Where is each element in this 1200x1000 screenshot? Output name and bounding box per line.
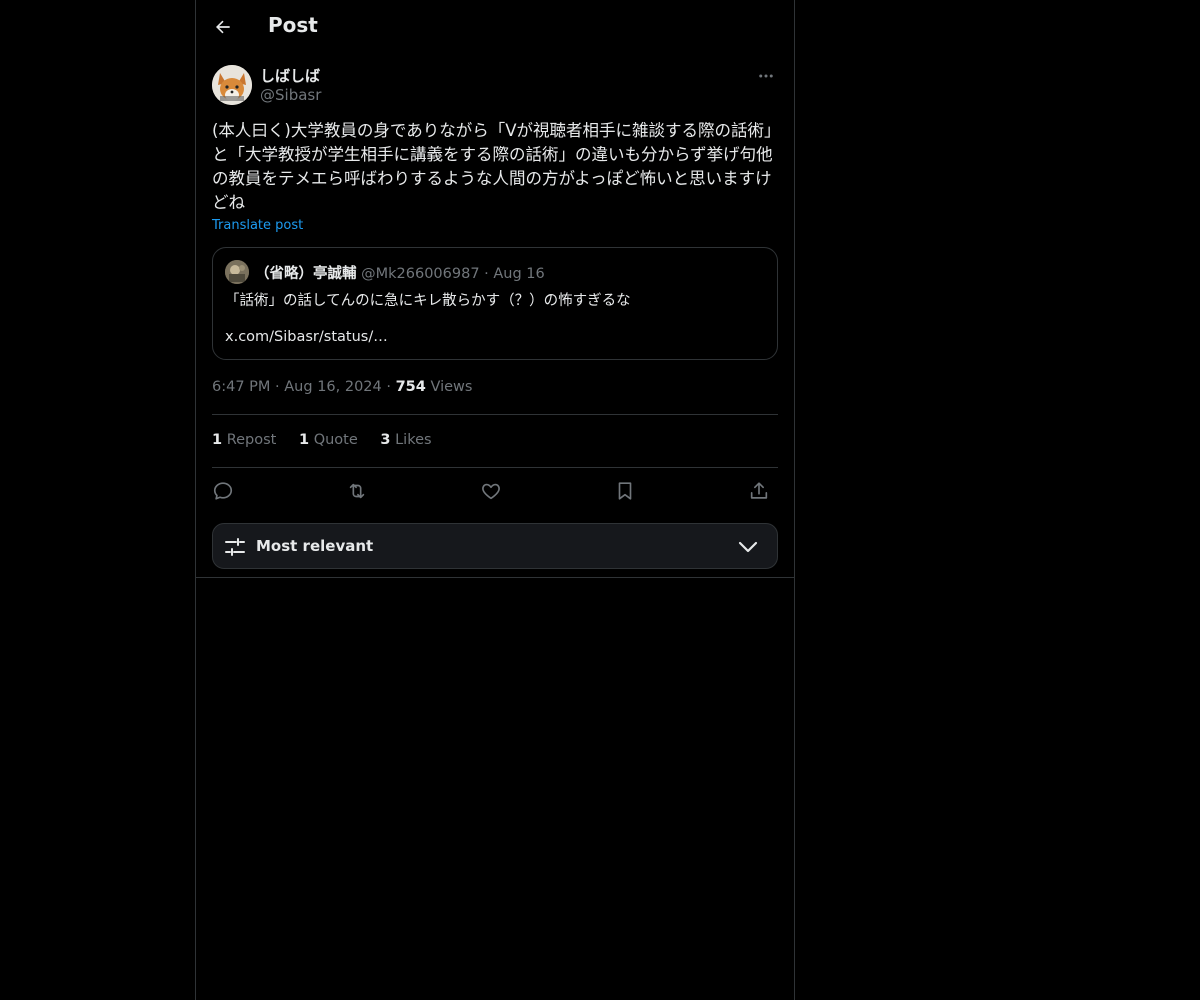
share-button[interactable] [746,478,772,504]
ellipsis-icon [759,74,773,78]
repost-button[interactable] [344,478,370,504]
quotes-label: Quote [313,432,358,448]
sliders-icon [225,538,245,556]
quoted-avatar [225,260,249,284]
more-options-button[interactable] [754,64,778,88]
post-detail-column: Post しばしば @Sibasr (本人曰く)大学教員の身でありながら「Vが視… [195,0,795,1000]
reply-sort-dropdown[interactable]: Most relevant [212,523,778,569]
likes-count: 3 [380,432,391,448]
sort-label: Most relevant [256,537,374,555]
share-icon [750,482,768,499]
quoted-date: Aug 16 [493,266,545,282]
quoted-handle: @Mk266006987 [361,266,480,282]
back-button[interactable] [206,10,240,44]
section-divider [196,577,794,578]
fox-avatar-icon [212,65,252,105]
quoted-display-name: （省略）亭誠輔 [255,266,357,282]
bookmark-icon [618,482,632,500]
post-time[interactable]: 6:47 PM [212,379,270,395]
reply-icon [213,482,233,500]
heart-icon [482,483,500,500]
quotes-stat[interactable]: 1 Quote [299,432,358,448]
reply-button[interactable] [210,478,236,504]
repost-icon [349,483,365,499]
quoted-post-card[interactable]: （省略）亭誠輔 @Mk266006987 · Aug 16 「話術」の話してんの… [212,247,778,360]
reposts-label: Repost [226,432,277,448]
page-title: Post [268,13,318,37]
post-timestamp: 6:47 PM · Aug 16, 2024 · 754 Views [212,379,472,395]
reposts-count: 1 [212,432,223,448]
likes-stat[interactable]: 3 Likes [380,432,431,448]
post-actions [212,478,778,504]
post-author: しばしば @Sibasr [212,64,778,106]
quotes-count: 1 [298,432,310,448]
timestamp-separator: · [275,379,280,395]
divider [212,414,778,415]
quoted-post-meta: （省略）亭誠輔 @Mk266006987 · Aug 16 [255,262,545,283]
avatar[interactable] [212,65,252,105]
views-label: Views [430,379,473,395]
views-count: 754 [395,379,426,395]
engagement-stats: 1 Repost 1 Quote 3 Likes [212,432,450,448]
translate-post-link[interactable]: Translate post [212,218,303,233]
quoted-link[interactable]: x.com/Sibasr/status/… [225,329,388,345]
author-handle[interactable]: @Sibasr [260,86,321,104]
reposts-stat[interactable]: 1 Repost [212,432,276,448]
page-header: Post [196,0,794,53]
like-button[interactable] [478,478,504,504]
quoted-text: 「話術」の話してんのに急にキレ散らかす（？）の怖すぎるな [225,293,631,309]
divider [212,467,778,468]
post-date[interactable]: Aug 16, 2024 [284,379,382,395]
author-display-name[interactable]: しばしば [260,65,320,86]
post-text: (本人曰く)大学教員の身でありながら「Vが視聴者相手に雑談する際の話術」と「大学… [212,121,773,212]
arrow-left-icon [216,20,230,34]
bookmark-button[interactable] [612,478,638,504]
quoted-avatar-icon [225,260,249,284]
quoted-separator: · [484,266,489,282]
likes-label: Likes [395,432,432,448]
chevron-down-icon [738,541,758,553]
timestamp-separator: · [386,379,391,395]
